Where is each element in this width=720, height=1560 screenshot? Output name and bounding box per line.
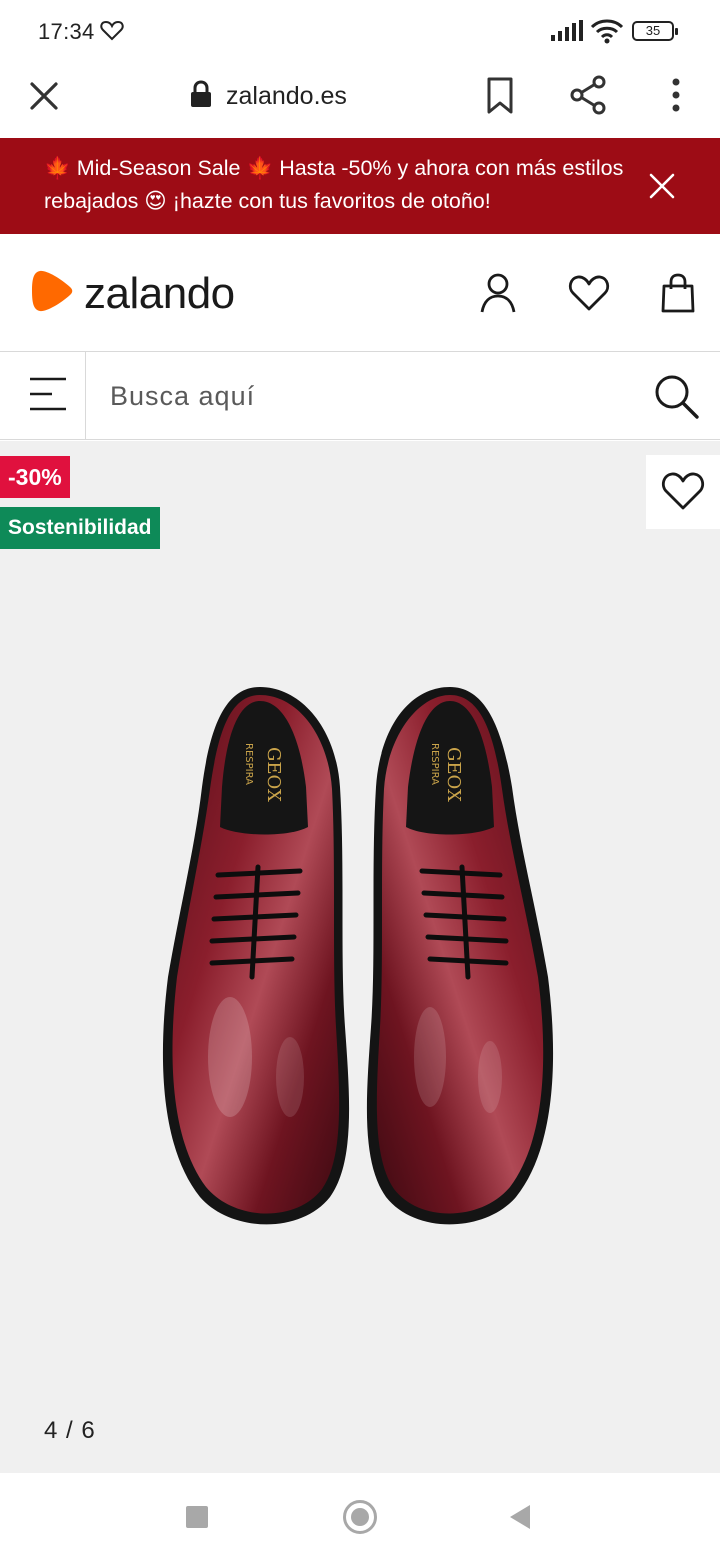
logo-text: zalando	[84, 268, 235, 318]
close-icon[interactable]	[26, 78, 62, 114]
heart-icon[interactable]	[568, 274, 610, 317]
share-icon[interactable]	[568, 74, 608, 121]
address-bar[interactable]: zalando.es	[190, 79, 347, 113]
promo-banner[interactable]: 🍁 Mid-Season Sale 🍁 Hasta -50% y ahora c…	[0, 138, 720, 234]
discount-badge: -30%	[0, 456, 70, 498]
home-icon[interactable]	[343, 1500, 377, 1534]
search-bar	[0, 352, 720, 440]
battery-level: 35	[645, 23, 661, 38]
sustainability-badge: Sostenibilidad	[0, 507, 160, 549]
lock-icon	[190, 79, 212, 113]
site-header: zalando	[0, 234, 720, 352]
hamburger-menu-icon	[30, 377, 66, 411]
product-image: GEOX RESPIRA GEOX RESPIRA	[162, 687, 554, 1225]
recents-icon[interactable]	[186, 1506, 208, 1528]
insole-brand-right: GEOX	[443, 747, 464, 802]
bag-icon[interactable]	[660, 272, 696, 319]
bookmark-icon[interactable]	[484, 76, 516, 121]
image-pager: 4 / 6	[44, 1417, 96, 1444]
insole-sub-left: RESPIRA	[243, 743, 254, 785]
back-icon[interactable]	[510, 1505, 530, 1529]
wishlist-button[interactable]	[646, 455, 720, 529]
heart-outline-icon	[100, 19, 124, 46]
battery-icon: 35	[632, 21, 678, 41]
more-vert-icon[interactable]	[664, 76, 688, 121]
user-icon[interactable]	[478, 272, 518, 319]
promo-text: 🍁 Mid-Season Sale 🍁 Hasta -50% y ahora c…	[44, 156, 624, 213]
system-nav-bar	[0, 1473, 720, 1560]
url-text: zalando.es	[226, 81, 347, 110]
zalando-logo[interactable]: zalando	[30, 268, 235, 319]
signal-icon	[550, 20, 584, 47]
search-icon[interactable]	[652, 372, 700, 425]
heart-icon	[661, 472, 705, 510]
status-bar: 17:34 35	[0, 0, 720, 62]
logo-mark-icon	[30, 268, 74, 319]
browser-toolbar: zalando.es	[0, 62, 720, 138]
product-gallery[interactable]: -30% Sostenibilidad GEOX RESPIRA GEOX RE…	[0, 441, 720, 1473]
insole-sub-right: RESPIRA	[429, 743, 440, 785]
status-time: 17:34	[38, 19, 95, 44]
search-input[interactable]	[110, 376, 610, 416]
right-shoe: GEOX RESPIRA	[366, 687, 554, 1225]
close-icon[interactable]	[648, 172, 676, 205]
insole-brand-left: GEOX	[263, 747, 284, 802]
left-shoe: GEOX RESPIRA	[162, 687, 350, 1225]
wifi-icon	[590, 17, 624, 50]
menu-button[interactable]	[0, 352, 86, 439]
